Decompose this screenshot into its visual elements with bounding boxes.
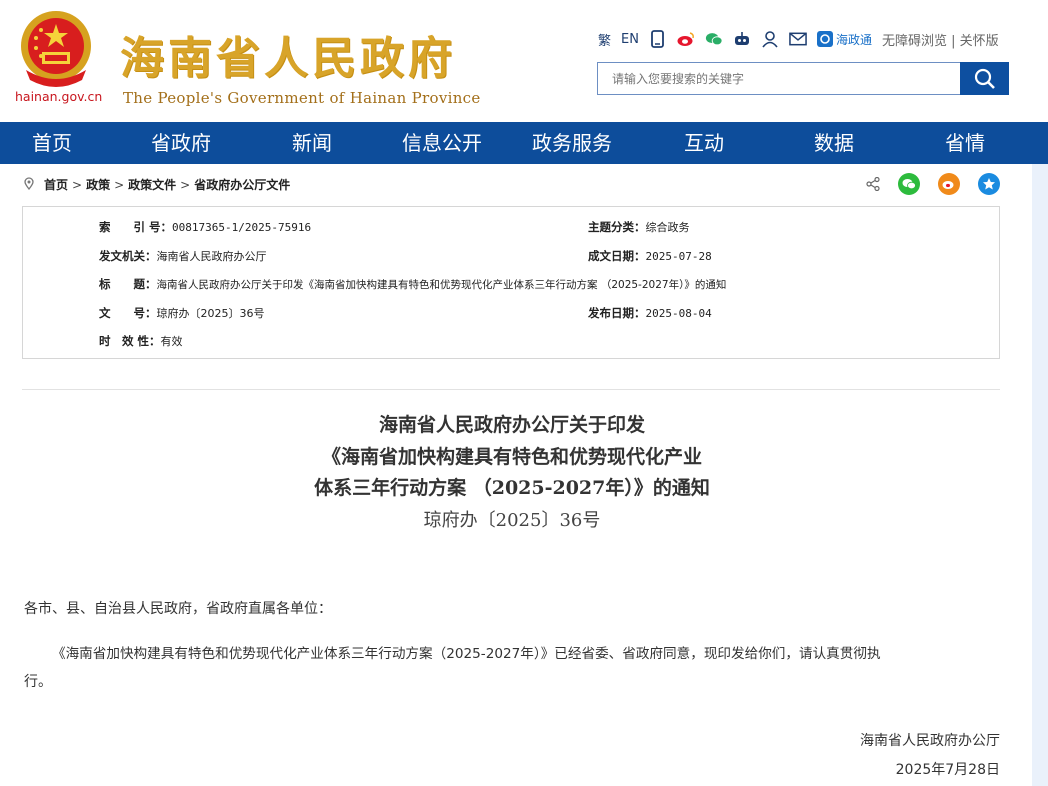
info-issuer: 发文机关：海南省人民政府办公厅 [99, 248, 267, 264]
info-docno: 文 号：琼府办〔2025〕36号 [99, 305, 265, 321]
breadcrumb-separator: > [114, 177, 125, 192]
breadcrumb-separator: > [180, 177, 191, 192]
breadcrumb-office-docs[interactable]: 省政府办公厅文件 [194, 176, 290, 193]
nav-item-province-info[interactable]: 省情 [945, 122, 985, 164]
info-publish-label: 发布日期： [588, 306, 646, 320]
page-scrollbar[interactable] [1032, 164, 1048, 786]
doc-signer: 海南省人民政府办公厅 [860, 733, 1000, 749]
info-title: 标 题：海南省人民政府办公厅关于印发《海南省加快构建具有特色和优势现代化产业体系… [99, 276, 726, 292]
toolbar-separator: | [951, 33, 956, 49]
site-logo-title[interactable]: 海南省人民政府 [120, 22, 456, 86]
english-link[interactable]: EN [621, 32, 639, 47]
info-category-value: 综合政务 [645, 221, 690, 234]
national-emblem-icon [21, 11, 91, 87]
hzt-link[interactable]: 海政通 [816, 31, 872, 48]
info-date-label: 成文日期： [588, 249, 646, 263]
nav-item-provincial-gov[interactable]: 省政府 [151, 122, 211, 164]
doc-title-line1: 海南省人民政府办公厅关于印发 [378, 414, 645, 436]
breadcrumb-separator: > [72, 177, 83, 192]
info-validity-value: 有效 [160, 335, 183, 348]
info-index-value: 00817365-1/2025-75916 [172, 221, 312, 234]
document-info-box: 索 引 号：00817365-1/2025-75916 主题分类：综合政务 发文… [22, 206, 1000, 359]
nav-item-data[interactable]: 数据 [814, 122, 854, 164]
robot-icon[interactable] [733, 30, 751, 48]
nav-item-news[interactable]: 新闻 [292, 122, 332, 164]
nav-item-gov-services[interactable]: 政务服务 [532, 122, 612, 164]
info-docno-value: 琼府办〔2025〕36号 [156, 307, 265, 320]
info-title-label: 标 题： [99, 277, 157, 291]
info-index-label: 索 引 号： [99, 220, 173, 234]
info-date: 成文日期：2025-07-28 [588, 248, 712, 264]
info-docno-label: 文 号： [99, 306, 157, 320]
doc-sign-date: 2025年7月28日 [895, 762, 1000, 778]
site-logo-subtitle: The People's Government of Hainan Provin… [123, 89, 481, 107]
search-input[interactable] [610, 63, 944, 95]
breadcrumb-policy[interactable]: 政策 [86, 176, 110, 193]
doc-title-line3: 体系三年行动方案 （2025-2027年）》的通知 [314, 477, 710, 499]
info-category-label: 主题分类： [588, 220, 646, 234]
doc-number: 琼府办〔2025〕36号 [423, 510, 601, 531]
breadcrumb-home[interactable]: 首页 [44, 176, 68, 193]
info-issuer-label: 发文机关： [99, 249, 157, 263]
user-icon[interactable] [761, 30, 779, 48]
info-validity-label: 时 效 性： [99, 334, 161, 348]
doc-body-line2: 行。 [24, 674, 52, 690]
search-box [597, 62, 961, 95]
share-icon[interactable] [866, 177, 880, 191]
mail-icon[interactable] [789, 30, 807, 48]
doc-title-line2: 《海南省加快构建具有特色和优势现代化产业 [321, 446, 702, 468]
breadcrumb: 首页 > 政策 > 政策文件 > 省政府办公厅文件 [24, 176, 290, 193]
accessible-link[interactable]: 无障碍浏览 | 关怀版 [882, 30, 999, 49]
info-title-value: 海南省人民政府办公厅关于印发《海南省加快构建具有特色和优势现代化产业体系三年行动… [156, 279, 727, 291]
site-domain: hainan.gov.cn [15, 89, 103, 104]
wechat-icon[interactable] [705, 30, 723, 48]
site-header: hainan.gov.cn 海南省人民政府 The People's Gover… [0, 0, 1048, 122]
header-toolbar: 繁 EN 海政通 无障碍浏览 | 关怀版 [598, 28, 999, 50]
doc-greeting: 各市、县、自治县人民政府，省政府直属各单位： [24, 601, 332, 617]
share-bar [866, 173, 1000, 195]
elder-mode-label[interactable]: 关怀版 [960, 34, 999, 49]
info-issuer-value: 海南省人民政府办公厅 [156, 250, 267, 263]
traditional-chinese-link[interactable]: 繁 [598, 30, 611, 49]
nav-item-home[interactable]: 首页 [32, 122, 72, 164]
doc-body-line1: 《海南省加快构建具有特色和优势现代化产业体系三年行动方案（2025-2027年）… [52, 646, 881, 662]
share-qzone-icon[interactable] [978, 173, 1000, 195]
info-validity: 时 效 性：有效 [99, 333, 183, 349]
accessible-label: 无障碍浏览 [881, 33, 947, 49]
nav-item-interaction[interactable]: 互动 [684, 122, 724, 164]
info-category: 主题分类：综合政务 [588, 219, 690, 235]
info-index: 索 引 号：00817365-1/2025-75916 [99, 219, 311, 235]
hzt-icon [816, 31, 833, 47]
weibo-icon[interactable] [677, 30, 695, 48]
nav-item-info-disclosure[interactable]: 信息公开 [402, 122, 482, 164]
info-publish-value: 2025-08-04 [645, 307, 712, 320]
info-date-value: 2025-07-28 [645, 250, 712, 263]
share-wechat-icon[interactable] [898, 173, 920, 195]
search-button[interactable] [960, 62, 1009, 95]
breadcrumb-policy-docs[interactable]: 政策文件 [128, 176, 176, 193]
info-publish: 发布日期：2025-08-04 [588, 305, 712, 321]
content-divider [22, 389, 1000, 390]
location-pin-icon [24, 176, 34, 193]
search-icon [974, 68, 995, 89]
main-nav: 首页 省政府 新闻 信息公开 政务服务 互动 数据 省情 [0, 122, 1048, 164]
hzt-label: 海政通 [835, 32, 872, 47]
share-weibo-icon[interactable] [938, 173, 960, 195]
mobile-icon[interactable] [649, 30, 667, 48]
